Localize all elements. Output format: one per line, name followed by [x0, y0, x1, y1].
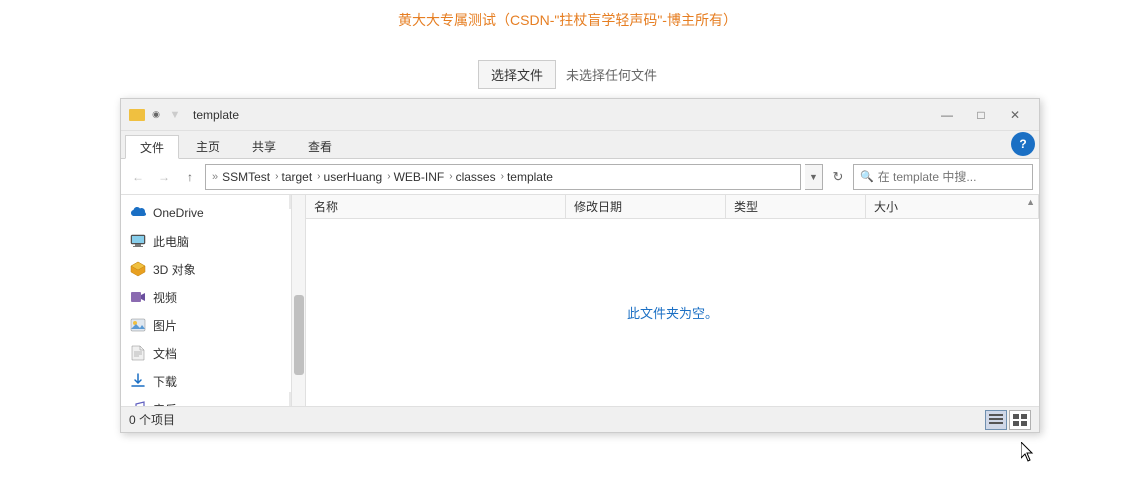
status-bar: 0 个项目: [121, 406, 1039, 432]
ribbon-tabs: 文件 主页 共享 查看 ?: [121, 131, 1039, 159]
sidebar-item-label-onedrive: OneDrive: [153, 206, 204, 220]
sidebar-item-label-video: 视频: [153, 289, 177, 306]
cloud-icon: [129, 204, 147, 222]
path-segment-webinf: WEB-INF ›: [394, 170, 456, 184]
folder-small-icon: [129, 107, 145, 123]
search-input[interactable]: [878, 170, 1026, 184]
address-bar: ← → ↑ » SSMTest › target › userHuang › W…: [121, 159, 1039, 195]
path-arrow-4: ›: [449, 171, 452, 182]
sidebar-scrollbar-thumb: [294, 295, 304, 375]
address-path[interactable]: » SSMTest › target › userHuang › WEB-INF…: [205, 164, 801, 190]
path-arrow-1: ›: [275, 171, 278, 182]
sidebar-item-label-documents: 文档: [153, 345, 177, 362]
main-area: ▲ OneDrive: [121, 195, 1039, 406]
title-bar: ◉ ▼ template — □ ✕: [121, 99, 1039, 131]
music-icon: [129, 400, 147, 406]
tab-share[interactable]: 共享: [237, 134, 291, 158]
col-header-type[interactable]: 类型: [726, 195, 866, 218]
sidebar-item-label-3d: 3D 对象: [153, 261, 196, 278]
path-arrow-5: ›: [501, 171, 504, 182]
video-icon: [129, 288, 147, 306]
path-segment-template: template: [507, 170, 553, 184]
sidebar-item-label-music: 音乐: [153, 401, 177, 407]
address-dropdown[interactable]: ▼: [805, 164, 823, 190]
sidebar-item-label-pictures: 图片: [153, 317, 177, 334]
image-icon: [129, 316, 147, 334]
empty-folder-message: 此文件夹为空。: [627, 303, 718, 322]
file-list-content: 此文件夹为空。: [306, 219, 1039, 406]
sidebar-item-documents[interactable]: 文档: [121, 339, 305, 367]
title-bar-controls: — □ ✕: [931, 105, 1031, 125]
file-list-header: 名称 修改日期 类型 大小 ▲: [306, 195, 1039, 219]
sidebar-item-label-thispc: 此电脑: [153, 233, 189, 250]
path-segment-ssmtest: SSMTest ›: [222, 170, 281, 184]
sidebar-item-pictures[interactable]: 图片: [121, 311, 305, 339]
bg-title: 黄大大专属测试（CSDN-"拄杖盲学轻声码"-博主所有）: [398, 10, 737, 30]
col-header-date[interactable]: 修改日期: [566, 195, 726, 218]
forward-button[interactable]: →: [153, 166, 175, 188]
back-button[interactable]: ←: [127, 166, 149, 188]
ribbon-icon: ◉: [148, 107, 164, 123]
file-list: 名称 修改日期 类型 大小 ▲ 此文件夹为空。: [306, 195, 1039, 406]
explorer-window: ◉ ▼ template — □ ✕ 文件 主页 共享 查看 ? ← → ↑ »: [120, 98, 1040, 433]
computer-icon: [129, 232, 147, 250]
choose-file-button[interactable]: 选择文件: [478, 60, 556, 89]
view-preview-button[interactable]: [1009, 410, 1031, 430]
sidebar-item-label-downloads: 下载: [153, 373, 177, 390]
tab-home[interactable]: 主页: [181, 134, 235, 158]
sidebar-item-music[interactable]: 音乐: [121, 395, 305, 406]
sidebar-scrollbar[interactable]: [291, 195, 305, 406]
quick-access-icon: ▼: [167, 107, 183, 123]
up-button[interactable]: ↑: [179, 166, 201, 188]
download-icon: [129, 372, 147, 390]
maximize-button[interactable]: □: [965, 105, 997, 125]
close-button[interactable]: ✕: [999, 105, 1031, 125]
sidebar-item-onedrive[interactable]: OneDrive: [121, 199, 305, 227]
minimize-button[interactable]: —: [931, 105, 963, 125]
tab-file[interactable]: 文件: [125, 135, 179, 159]
col-header-name[interactable]: 名称: [306, 195, 566, 218]
no-file-label: 未选择任何文件: [566, 65, 657, 84]
sidebar: ▲ OneDrive: [121, 195, 306, 406]
path-segment-classes: classes ›: [456, 170, 507, 184]
3d-icon: [129, 260, 147, 278]
col-header-size[interactable]: 大小: [866, 195, 1039, 218]
tab-view[interactable]: 查看: [293, 134, 347, 158]
window-title: template: [193, 108, 927, 122]
search-box: 🔍: [853, 164, 1033, 190]
sidebar-item-downloads[interactable]: 下载: [121, 367, 305, 395]
path-arrow-2: ›: [317, 171, 320, 182]
file-input-area: 选择文件 未选择任何文件: [478, 60, 657, 89]
view-buttons: [985, 410, 1031, 430]
status-item-count: 0 个项目: [129, 411, 175, 428]
sidebar-item-video[interactable]: 视频: [121, 283, 305, 311]
document-icon: [129, 344, 147, 362]
help-button[interactable]: ?: [1011, 132, 1035, 156]
sidebar-item-3d[interactable]: 3D 对象: [121, 255, 305, 283]
search-icon: 🔍: [860, 170, 874, 183]
view-detail-button[interactable]: [985, 410, 1007, 430]
path-segment-target: target ›: [281, 170, 323, 184]
path-segment-userhuang: userHuang ›: [324, 170, 394, 184]
refresh-button[interactable]: ↻: [827, 166, 849, 188]
path-double-arrow: »: [212, 171, 218, 183]
title-bar-icons: ◉ ▼: [129, 107, 183, 123]
header-scroll-indicator: ▲: [1022, 195, 1039, 209]
path-arrow-3: ›: [387, 171, 390, 182]
sidebar-item-thispc[interactable]: 此电脑: [121, 227, 305, 255]
